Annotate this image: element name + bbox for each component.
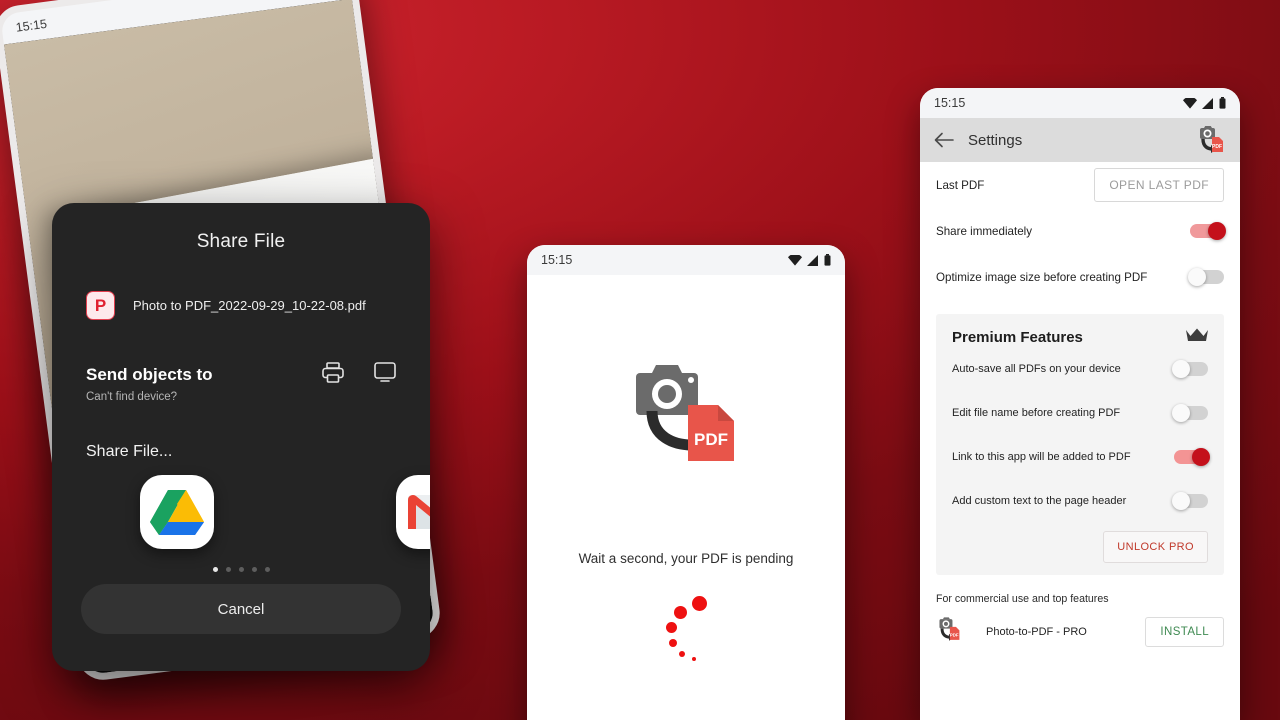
wifi-icon (788, 254, 802, 266)
premium-header: Premium Features (952, 328, 1208, 347)
toggle-knob (1172, 360, 1190, 378)
send-objects-title: Send objects to (86, 365, 213, 384)
statusbar-right: 15:15 (920, 88, 1240, 118)
premium-label: Link to this app will be added to PDF (952, 451, 1131, 463)
premium-label: Add custom text to the page header (952, 495, 1127, 507)
statusbar-clock: 15:15 (541, 253, 573, 267)
optimize-image-toggle[interactable] (1188, 268, 1224, 286)
svg-text:PDF: PDF (1212, 144, 1222, 150)
battery-icon (1219, 97, 1226, 109)
premium-label: Auto-save all PDFs on your device (952, 363, 1121, 375)
camera-pdf-app-icon: PDF (936, 617, 962, 647)
share-section-label: Share File... (86, 443, 173, 460)
wifi-icon (1183, 97, 1197, 109)
share-file-sheet: Share File P Photo to PDF_2022-09-29_10-… (52, 203, 430, 671)
page-dot[interactable] (238, 567, 244, 572)
printer-icon[interactable] (322, 362, 344, 383)
unlock-row: UNLOCK PRO (952, 531, 1208, 563)
statusbar-system-icons (1183, 97, 1226, 109)
display-icon[interactable] (374, 362, 396, 383)
toggle-knob (1188, 268, 1206, 286)
promo-caption: For commercial use and top features (936, 593, 1109, 605)
crown-icon (1186, 328, 1208, 347)
premium-row-editname: Edit file name before creating PDF (952, 391, 1208, 435)
cancel-button[interactable]: Cancel (81, 584, 401, 634)
phone-center: 15:15 PDF Wait a second, your PDF is pen… (527, 245, 845, 720)
google-drive-icon (150, 490, 204, 535)
camera-pdf-app-icon[interactable]: PDF (1196, 126, 1226, 154)
promo-app-name: Photo-to-PDF - PRO (986, 626, 1087, 638)
cant-find-device-link[interactable]: Can't find device? (86, 391, 430, 403)
page-dot[interactable] (251, 567, 257, 572)
promo-row: PDF Photo-to-PDF - PRO INSTALL (936, 617, 1224, 647)
page-dots (52, 567, 430, 572)
loading-dots-spinner (656, 594, 716, 664)
shared-file-name: Photo to PDF_2022-09-29_10-22-08.pdf (133, 298, 366, 313)
app-link-toggle[interactable] (1174, 448, 1210, 466)
premium-row-customtext: Add custom text to the page header (952, 479, 1208, 523)
sheet-title: Share File (196, 231, 286, 252)
premium-title: Premium Features (952, 329, 1083, 346)
signal-icon (1202, 97, 1213, 109)
send-objects-row: Send objects to (86, 362, 396, 385)
settings-content: Last PDF OPEN LAST PDF Share immediately… (920, 162, 1240, 720)
unlock-pro-button[interactable]: UNLOCK PRO (1103, 531, 1208, 563)
back-arrow-icon[interactable] (934, 132, 954, 148)
toggle-knob (1192, 448, 1210, 466)
share-immediately-toggle[interactable] (1190, 222, 1226, 240)
setting-label: Last PDF (936, 178, 985, 192)
premium-features-card: Premium Features Auto-save all PDFs on y… (936, 314, 1224, 575)
phone-right-settings: 15:15 Settings PDF Last PDF OPEN LAST PD… (920, 88, 1240, 720)
pdf-file-icon: P (86, 291, 115, 320)
svg-text:PDF: PDF (950, 632, 959, 637)
setting-row-last-pdf: Last PDF OPEN LAST PDF (936, 162, 1224, 208)
edit-file-name-toggle[interactable] (1172, 404, 1208, 422)
pdf-badge-label: PDF (694, 430, 728, 449)
premium-label: Edit file name before creating PDF (952, 407, 1121, 419)
share-app-google-drive[interactable] (140, 475, 214, 549)
share-app-gmail[interactable] (396, 475, 430, 549)
send-target-icons (322, 362, 396, 385)
page-title: Settings (968, 131, 1023, 149)
pending-status-text: Wait a second, your PDF is pending (578, 551, 794, 566)
page-dot[interactable] (225, 567, 231, 572)
shared-file-row: P Photo to PDF_2022-09-29_10-22-08.pdf (86, 291, 430, 320)
statusbar-center: 15:15 (527, 245, 845, 275)
page-dot[interactable] (264, 567, 270, 572)
setting-row-share-immediately: Share immediately (936, 208, 1226, 254)
premium-row-autosave: Auto-save all PDFs on your device (952, 347, 1208, 391)
signal-icon (807, 254, 818, 266)
pending-screen: PDF Wait a second, your PDF is pending (527, 275, 845, 720)
custom-text-toggle[interactable] (1172, 492, 1208, 510)
statusbar-clock: 15:15 (14, 16, 48, 35)
promo-screenshot: 15:15 Dear Mr. Valencia (0, 0, 1280, 720)
auto-save-toggle[interactable] (1172, 360, 1208, 378)
statusbar-clock: 15:15 (934, 96, 966, 110)
toggle-knob (1208, 222, 1226, 240)
battery-icon (824, 254, 831, 266)
share-apps-row (52, 475, 430, 549)
setting-row-optimize-image: Optimize image size before creating PDF (936, 254, 1224, 300)
setting-label: Share immediately (936, 224, 1033, 238)
setting-label: Optimize image size before creating PDF (936, 270, 1148, 284)
toggle-knob (1172, 492, 1190, 510)
open-last-pdf-button[interactable]: OPEN LAST PDF (1094, 168, 1224, 202)
premium-row-applink: Link to this app will be added to PDF (952, 435, 1210, 479)
camera-to-pdf-icon: PDF (636, 365, 734, 461)
page-dot[interactable] (212, 567, 218, 572)
gmail-icon (408, 495, 430, 529)
statusbar-system-icons (788, 254, 831, 266)
settings-appbar: Settings PDF (920, 118, 1240, 162)
toggle-knob (1172, 404, 1190, 422)
install-button[interactable]: INSTALL (1145, 617, 1224, 647)
